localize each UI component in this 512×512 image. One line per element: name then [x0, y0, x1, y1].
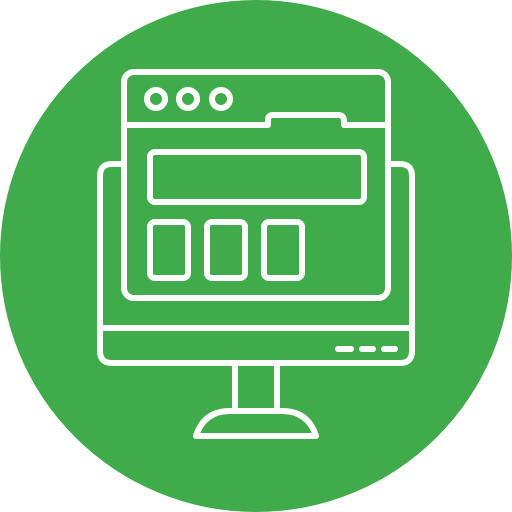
icon-stage	[0, 0, 512, 512]
web-app-on-monitor-icon	[0, 0, 512, 512]
